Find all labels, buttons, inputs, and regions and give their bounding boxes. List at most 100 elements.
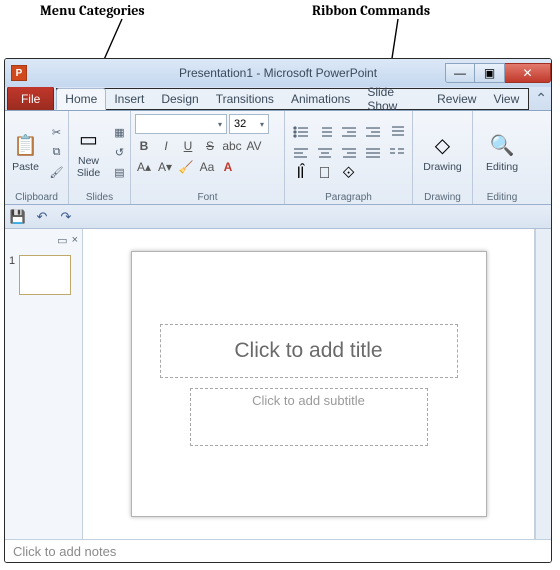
- ribbon-tabs: File Home Insert Design Transitions Anim…: [5, 87, 551, 111]
- shadow-button[interactable]: abc: [223, 137, 241, 155]
- new-slide-button[interactable]: ▭ New Slide: [71, 124, 107, 181]
- titlebar: P Presentation1 - Microsoft PowerPoint —…: [5, 59, 551, 87]
- tab-design[interactable]: Design: [153, 89, 207, 109]
- group-label-drawing: Drawing: [417, 191, 468, 203]
- align-left-button[interactable]: [291, 144, 311, 162]
- subtitle-placeholder-text: Click to add subtitle: [252, 393, 365, 408]
- group-label-font: Font: [135, 191, 280, 203]
- group-label-paragraph: Paragraph: [289, 191, 408, 203]
- align-right-button[interactable]: [339, 144, 359, 162]
- thumbnail-number: 1: [9, 255, 15, 267]
- strikethrough-button[interactable]: S: [201, 137, 219, 155]
- text-direction-button[interactable]: ll̂: [291, 165, 311, 183]
- reset-button[interactable]: ↺: [111, 144, 129, 162]
- close-button[interactable]: ✕: [505, 63, 551, 83]
- group-paragraph: ll̂ ⎕ ⟐ Paragraph: [285, 111, 413, 204]
- subtitle-placeholder[interactable]: Click to add subtitle: [190, 388, 428, 446]
- window-controls: — ▣ ✕: [445, 63, 551, 83]
- tab-review[interactable]: Review: [429, 89, 485, 109]
- anno-ribbon-commands: Ribbon Commands: [312, 2, 430, 19]
- paste-button[interactable]: 📋 Paste: [8, 130, 44, 176]
- tab-slide-show[interactable]: Slide Show: [359, 89, 429, 109]
- annotation-layer: Menu Categories Ribbon Commands: [0, 0, 560, 58]
- section-button[interactable]: ▤: [111, 164, 129, 182]
- group-drawing: ◇ Drawing Drawing: [413, 111, 473, 204]
- outline-tab-icon[interactable]: ▭: [57, 234, 67, 247]
- group-label-editing: Editing: [477, 191, 527, 203]
- notes-placeholder: Click to add notes: [13, 544, 116, 559]
- group-label-slides: Slides: [73, 191, 126, 203]
- maximize-button[interactable]: ▣: [475, 63, 505, 83]
- tab-home[interactable]: Home: [56, 88, 106, 110]
- group-label-clipboard: Clipboard: [9, 191, 64, 203]
- tab-animations[interactable]: Animations: [283, 89, 359, 109]
- editing-btn-label: Editing: [486, 162, 518, 174]
- save-button[interactable]: 💾: [9, 208, 27, 226]
- tab-transitions[interactable]: Transitions: [208, 89, 283, 109]
- thumbnail-close-icon[interactable]: ×: [72, 234, 78, 246]
- anno-menu-categories: Menu Categories: [40, 2, 145, 19]
- convert-smartart-button[interactable]: ⟐: [339, 165, 359, 183]
- increase-indent-button[interactable]: [363, 123, 383, 141]
- drawing-button[interactable]: ◇ Drawing: [419, 130, 466, 176]
- font-size-combo[interactable]: 32▾: [229, 114, 269, 134]
- bullets-button[interactable]: [291, 123, 311, 141]
- title-placeholder[interactable]: Click to add title: [160, 324, 458, 378]
- thumbnail-tabs: ▭ ×: [5, 229, 82, 251]
- slide-canvas-area[interactable]: Click to add title Click to add subtitle: [83, 229, 535, 539]
- layout-button[interactable]: ▦: [111, 124, 129, 142]
- group-clipboard: 📋 Paste ✂ ⧉ 🖌 Clipboard: [5, 111, 69, 204]
- undo-button[interactable]: ↶: [33, 208, 51, 226]
- italic-button[interactable]: I: [157, 137, 175, 155]
- font-color-button[interactable]: A: [219, 158, 237, 176]
- decrease-indent-button[interactable]: [339, 123, 359, 141]
- thumbnail-preview: [19, 255, 71, 295]
- font-size-value: 32: [234, 118, 246, 130]
- new-slide-label: New Slide: [77, 156, 100, 179]
- clipboard-icon: 📋: [12, 132, 40, 160]
- vertical-scrollbar[interactable]: [535, 229, 551, 539]
- paste-label: Paste: [12, 162, 39, 174]
- ribbon: 📋 Paste ✂ ⧉ 🖌 Clipboard ▭ New Slide ▦: [5, 111, 551, 205]
- title-placeholder-text: Click to add title: [234, 339, 382, 363]
- font-family-combo[interactable]: ▾: [135, 114, 227, 134]
- align-text-button[interactable]: ⎕: [315, 165, 335, 183]
- main-area: ▭ × 1 Click to add title Click to add su…: [5, 229, 551, 539]
- binoculars-icon: 🔍: [488, 132, 516, 160]
- grow-font-button[interactable]: A▴: [135, 158, 153, 176]
- slide-thumbnail-panel: ▭ × 1: [5, 229, 83, 539]
- line-spacing-button[interactable]: [387, 123, 407, 141]
- columns-button[interactable]: [387, 144, 407, 162]
- minimize-button[interactable]: —: [445, 63, 475, 83]
- thumbnail-item[interactable]: 1: [5, 251, 82, 299]
- window-title: Presentation1 - Microsoft PowerPoint: [179, 66, 377, 80]
- tab-insert[interactable]: Insert: [106, 89, 153, 109]
- underline-button[interactable]: U: [179, 137, 197, 155]
- tab-view[interactable]: View: [485, 89, 528, 109]
- group-editing: 🔍 Editing Editing: [473, 111, 531, 204]
- bold-button[interactable]: B: [135, 137, 153, 155]
- editing-button[interactable]: 🔍 Editing: [482, 130, 522, 176]
- change-case-button[interactable]: Aa: [198, 158, 216, 176]
- minimize-ribbon-icon[interactable]: ⌃: [535, 90, 547, 107]
- numbering-button[interactable]: [315, 123, 335, 141]
- clear-formatting-button[interactable]: 🧹: [177, 158, 195, 176]
- group-slides: ▭ New Slide ▦ ↺ ▤ Slides: [69, 111, 131, 204]
- notes-pane[interactable]: Click to add notes: [5, 539, 551, 563]
- redo-button[interactable]: ↷: [57, 208, 75, 226]
- justify-button[interactable]: [363, 144, 383, 162]
- app-window: P Presentation1 - Microsoft PowerPoint —…: [4, 58, 552, 563]
- character-spacing-button[interactable]: AV: [245, 137, 263, 155]
- tab-container: Home Insert Design Transitions Animation…: [56, 88, 529, 110]
- format-painter-button[interactable]: 🖌: [48, 164, 66, 182]
- app-icon: P: [11, 65, 27, 81]
- slide: Click to add title Click to add subtitle: [131, 251, 487, 517]
- copy-button[interactable]: ⧉: [48, 144, 66, 162]
- file-tab[interactable]: File: [7, 86, 54, 110]
- group-font: ▾ 32▾ B I U S abc AV A▴ A▾ 🧹 Aa A: [131, 111, 285, 204]
- cut-button[interactable]: ✂: [48, 124, 66, 142]
- shapes-icon: ◇: [428, 132, 456, 160]
- align-center-button[interactable]: [315, 144, 335, 162]
- drawing-btn-label: Drawing: [423, 162, 462, 174]
- shrink-font-button[interactable]: A▾: [156, 158, 174, 176]
